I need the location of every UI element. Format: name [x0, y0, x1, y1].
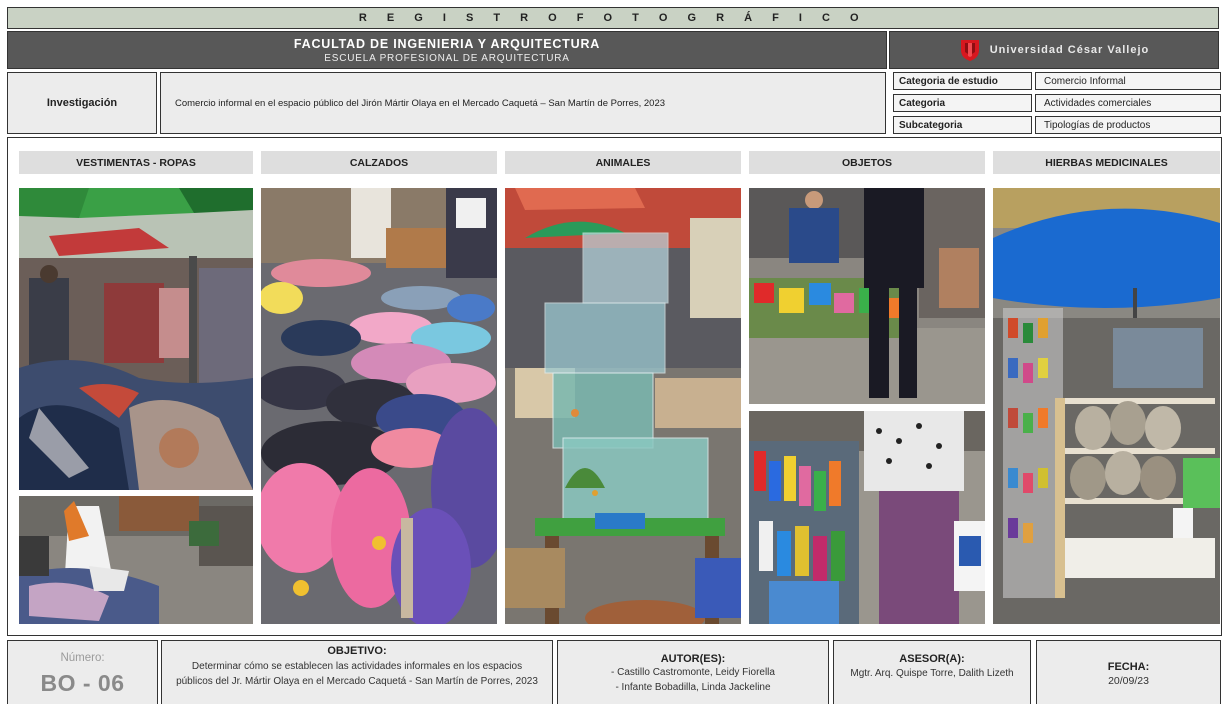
page-title: R E G I S T R O F O T O G R Á F I C O [7, 7, 1219, 29]
fecha-box: FECHA: 20/09/23 [1036, 640, 1221, 704]
category-header-objetos: OBJETOS [749, 151, 985, 174]
photo-objects-vendor [749, 188, 985, 404]
investigation-text: Comercio informal en el espacio público … [160, 72, 886, 134]
photo-clothing-ground [19, 496, 253, 624]
investigation-label: Investigación [7, 72, 157, 134]
photo-medicinal-herbs [993, 188, 1220, 624]
category-study-label: Categoria de estudio [893, 72, 1032, 90]
fecha-value: 20/09/23 [1108, 675, 1149, 687]
asesor-text: Mgtr. Arq. Quispe Torre, Dalith Lizeth [850, 668, 1014, 679]
university-logo-icon [960, 40, 979, 61]
asesor-title: ASESOR(A): [899, 653, 965, 665]
category-study-value: Comercio Informal [1035, 72, 1221, 90]
category-label: Categoria [893, 94, 1032, 112]
photo-fish-tanks [505, 188, 741, 624]
autor-title: AUTOR(ES): [660, 653, 726, 665]
subcategory-label: Subcategoria [893, 116, 1032, 134]
asesor-box: ASESOR(A): Mgtr. Arq. Quispe Torre, Dali… [833, 640, 1031, 704]
university-name: Universidad César Vallejo [989, 44, 1150, 56]
objetivo-title: OBJETIVO: [327, 645, 387, 657]
objetivo-box: OBJETIVO: Determinar cómo se establecen … [161, 640, 553, 704]
photo-clothing-stalls [19, 188, 253, 490]
category-header-calzados: CALZADOS [261, 151, 497, 174]
category-value: Actividades comerciales [1035, 94, 1221, 112]
category-header-animales: ANIMALES [505, 151, 741, 174]
category-header-vestimentas: VESTIMENTAS - ROPAS [19, 151, 253, 174]
objetivo-text: Determinar cómo se establecen las activi… [176, 661, 538, 687]
numero-value: BO - 06 [40, 670, 125, 696]
university-header: Universidad César Vallejo [889, 31, 1219, 69]
numero-label: Número: [60, 652, 105, 664]
faculty-header: FACULTAD DE INGENIERIA Y ARQUITECTURA ES… [7, 31, 887, 69]
photo-sandals [261, 188, 497, 624]
autor-box: AUTOR(ES): - Castillo Castromonte, Leidy… [557, 640, 829, 704]
fecha-title: FECHA: [1107, 661, 1150, 673]
school-title: ESCUELA PROFESIONAL DE ARQUITECTURA [324, 52, 570, 64]
faculty-title: FACULTAD DE INGENIERIA Y ARQUITECTURA [293, 36, 601, 51]
category-header-hierbas: HIERBAS MEDICINALES [993, 151, 1220, 174]
subcategory-value: Tipologías de productos [1035, 116, 1221, 134]
autor-2: - Infante Bobadilla, Linda Jackeline [615, 682, 771, 693]
autor-1: - Castillo Castromonte, Leidy Fiorella [611, 667, 775, 678]
photo-objects-bottles [749, 411, 985, 624]
numero-box: Número: BO - 06 [7, 640, 158, 704]
